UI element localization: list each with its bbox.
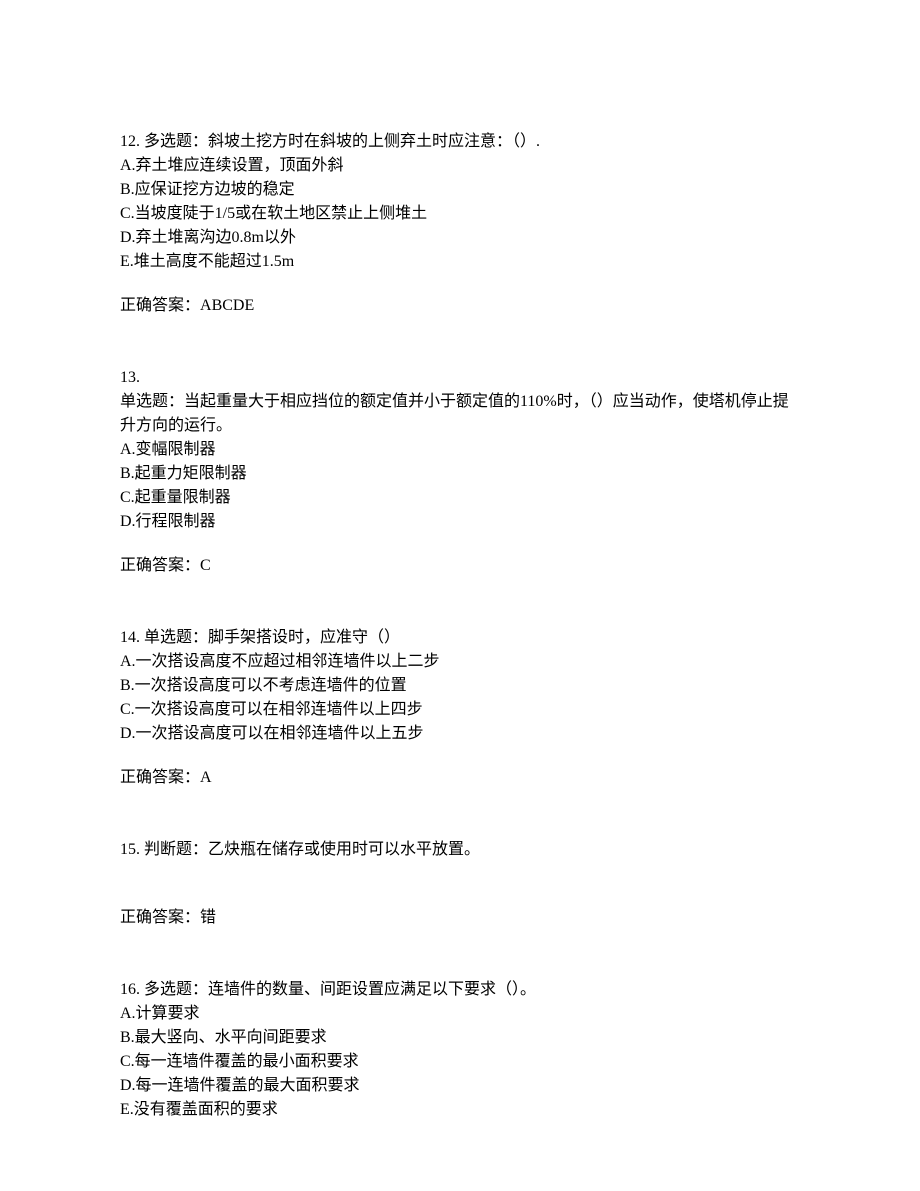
question-option: B.最大竖向、水平向间距要求 <box>120 1026 800 1050</box>
answer-value: C <box>200 557 211 574</box>
answer-value: A <box>200 769 212 786</box>
answer-value: 错 <box>200 909 216 926</box>
question-type: 判断题： <box>144 841 208 858</box>
question-option: C.一次搭设高度可以在相邻连墙件以上四步 <box>120 698 800 722</box>
question-stem: 连墙件的数量、间距设置应满足以下要求（）。 <box>208 981 536 998</box>
question-number: 16. <box>120 981 140 998</box>
question-option: D.弃土堆离沟边0.8m以外 <box>120 226 800 250</box>
question-option: B.起重力矩限制器 <box>120 462 800 486</box>
question-number: 14. <box>120 629 140 646</box>
question-block: 14. 单选题：脚手架搭设时，应准守（） A.一次搭设高度不应超过相邻连墙件以上… <box>120 626 800 790</box>
question-number-line: 13. <box>120 366 800 390</box>
question-stem-line: 12. 多选题：斜坡土挖方时在斜坡的上侧弃土时应注意：（）. <box>120 130 800 154</box>
question-option: E.堆土高度不能超过1.5m <box>120 250 800 274</box>
answer-label: 正确答案： <box>120 297 200 314</box>
question-type: 单选题： <box>120 393 184 410</box>
question-option: D.行程限制器 <box>120 510 800 534</box>
question-option: E.没有覆盖面积的要求 <box>120 1098 800 1122</box>
question-stem-line: 单选题：当起重量大于相应挡位的额定值并小于额定值的110%时，（）应当动作，使塔… <box>120 390 800 438</box>
question-stem: 斜坡土挖方时在斜坡的上侧弃土时应注意：（）. <box>208 133 540 150</box>
question-option: A.计算要求 <box>120 1002 800 1026</box>
question-option: B.应保证挖方边坡的稳定 <box>120 178 800 202</box>
question-option: A.变幅限制器 <box>120 438 800 462</box>
question-stem: 乙炔瓶在储存或使用时可以水平放置。 <box>208 841 480 858</box>
question-stem-line: 16. 多选题：连墙件的数量、间距设置应满足以下要求（）。 <box>120 978 800 1002</box>
question-option: C.当坡度陡于1/5或在软土地区禁止上侧堆土 <box>120 202 800 226</box>
question-option: D.每一连墙件覆盖的最大面积要求 <box>120 1074 800 1098</box>
answer-line: 正确答案：C <box>120 554 800 578</box>
question-block: 13. 单选题：当起重量大于相应挡位的额定值并小于额定值的110%时，（）应当动… <box>120 366 800 578</box>
question-option: A.一次搭设高度不应超过相邻连墙件以上二步 <box>120 650 800 674</box>
question-option: C.起重量限制器 <box>120 486 800 510</box>
question-stem: 脚手架搭设时，应准守（） <box>208 629 400 646</box>
question-option: D.一次搭设高度可以在相邻连墙件以上五步 <box>120 722 800 746</box>
question-stem-line: 14. 单选题：脚手架搭设时，应准守（） <box>120 626 800 650</box>
question-number: 15. <box>120 841 140 858</box>
question-type: 多选题： <box>144 981 208 998</box>
answer-value: ABCDE <box>200 297 254 314</box>
answer-line: 正确答案：ABCDE <box>120 294 800 318</box>
question-block: 15. 判断题：乙炔瓶在储存或使用时可以水平放置。 正确答案：错 <box>120 838 800 930</box>
answer-label: 正确答案： <box>120 909 200 926</box>
answer-line: 正确答案：A <box>120 766 800 790</box>
question-type: 单选题： <box>144 629 208 646</box>
answer-line: 正确答案：错 <box>120 906 800 930</box>
question-block: 16. 多选题：连墙件的数量、间距设置应满足以下要求（）。 A.计算要求 B.最… <box>120 978 800 1122</box>
question-type: 多选题： <box>144 133 208 150</box>
answer-label: 正确答案： <box>120 557 200 574</box>
answer-label: 正确答案： <box>120 769 200 786</box>
question-stem: 当起重量大于相应挡位的额定值并小于额定值的110%时，（）应当动作，使塔机停止提… <box>120 393 789 434</box>
question-block: 12. 多选题：斜坡土挖方时在斜坡的上侧弃土时应注意：（）. A.弃土堆应连续设… <box>120 130 800 318</box>
question-option: C.每一连墙件覆盖的最小面积要求 <box>120 1050 800 1074</box>
question-option: A.弃土堆应连续设置，顶面外斜 <box>120 154 800 178</box>
question-number: 12. <box>120 133 140 150</box>
question-stem-line: 15. 判断题：乙炔瓶在储存或使用时可以水平放置。 <box>120 838 800 862</box>
question-option: B.一次搭设高度可以不考虑连墙件的位置 <box>120 674 800 698</box>
